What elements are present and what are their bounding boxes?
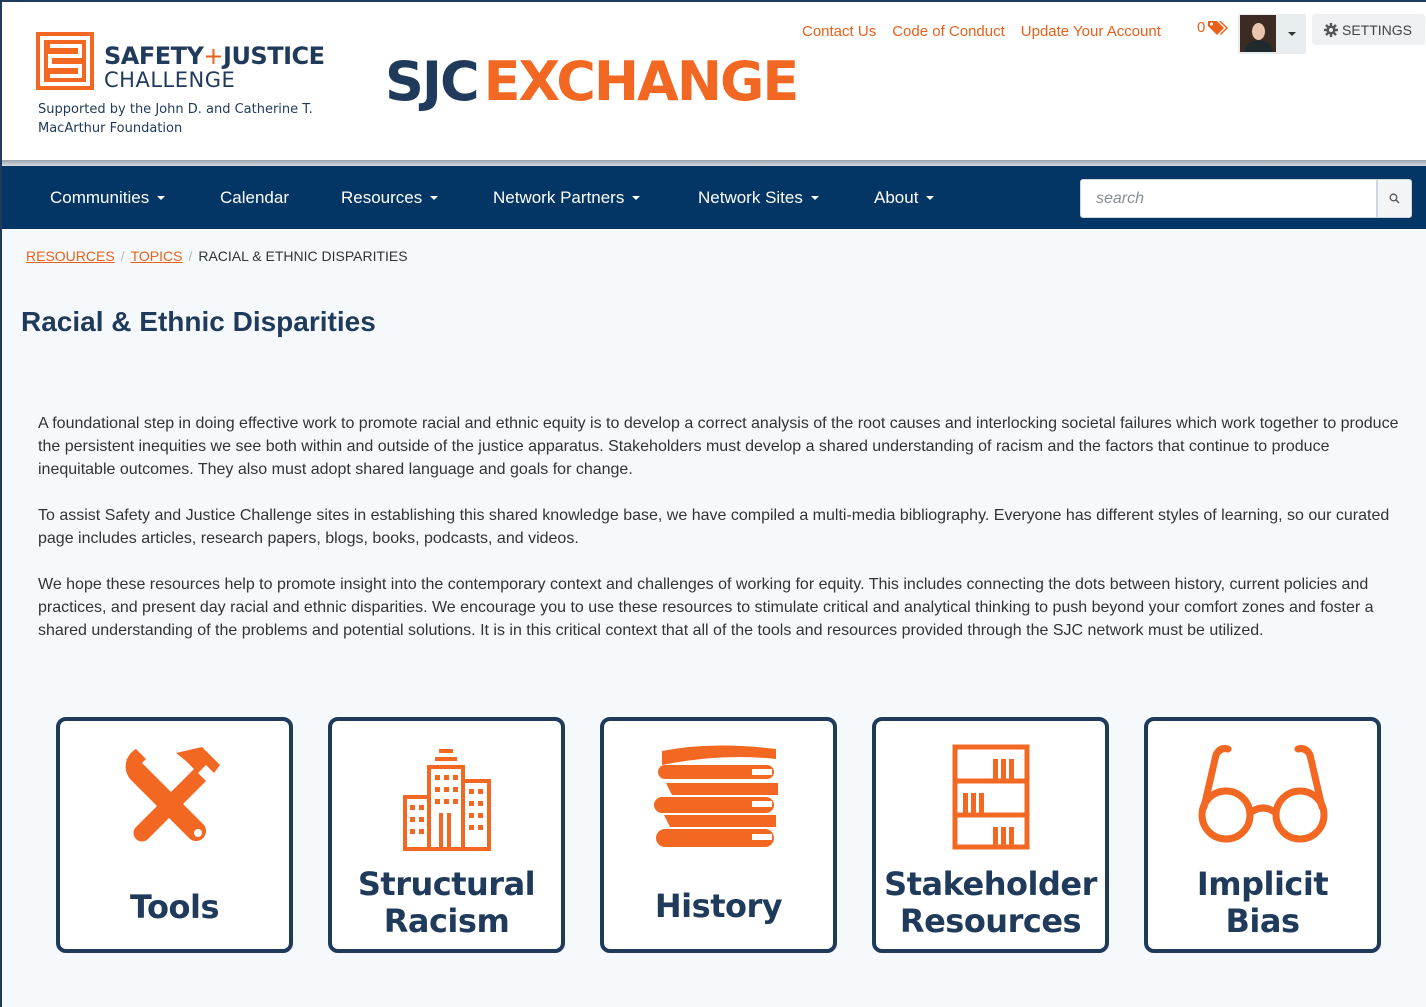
caret-down-icon (430, 195, 439, 200)
chevron-down-icon (1288, 32, 1296, 36)
page-title: Racial & Ethnic Disparities (21, 306, 376, 337)
tile-structural-racism-label-line2: Racism (383, 902, 510, 940)
sjc-exchange-brand[interactable]: SJC EXCHANGE (385, 50, 799, 114)
nav-calendar[interactable]: Calendar (220, 166, 289, 229)
tile-history-label: History (654, 887, 783, 925)
settings-label: SETTINGS (1342, 21, 1413, 38)
intro-paragraph: A foundational step in doing effective w… (38, 415, 1399, 478)
tile-tools[interactable]: Tools (56, 717, 293, 953)
caret-down-icon (632, 195, 641, 200)
breadcrumb-topics[interactable]: TOPICS (131, 248, 183, 264)
caret-down-icon (926, 195, 935, 200)
main-nav: Communities Calendar Resources Network P… (2, 166, 1426, 229)
avatar (1240, 15, 1276, 52)
cart-count: 0 (1197, 19, 1206, 36)
glasses-icon (1198, 745, 1327, 843)
logo-mark-icon (36, 32, 94, 90)
logo-title: SAFETY+JUSTICE (104, 42, 325, 70)
tile-implicit-bias[interactable]: Implicit Bias (1144, 717, 1381, 953)
nav-network-partners[interactable]: Network Partners (493, 166, 641, 229)
settings-button[interactable]: SETTINGS (1312, 14, 1425, 45)
sjc-logo[interactable]: SAFETY+JUSTICE CHALLENGE Supported by th… (36, 30, 336, 140)
tile-history[interactable]: History (600, 717, 837, 953)
caret-down-icon (157, 195, 166, 200)
breadcrumb: RESOURCES / TOPICS / RACIAL & ETHNIC DIS… (26, 248, 408, 264)
nav-about[interactable]: About (874, 166, 935, 229)
logo-subtitle: CHALLENGE (104, 68, 236, 92)
books-icon (653, 745, 778, 847)
gear-icon (1324, 22, 1338, 37)
buildings-icon (402, 749, 491, 851)
nav-communities[interactable]: Communities (50, 166, 166, 229)
search-icon (1389, 193, 1400, 204)
tile-structural-racism-label-line1: Structural (357, 865, 536, 903)
logo-support-text: Supported by the John D. and Catherine T… (38, 102, 313, 136)
bookshelf-icon (952, 744, 1029, 850)
breadcrumb-separator: / (188, 248, 193, 264)
tags-icon (1208, 20, 1229, 35)
breadcrumb-current: RACIAL & ETHNIC DISPARITIES (198, 248, 408, 264)
tools-icon (125, 747, 220, 842)
tile-tools-label: Tools (129, 888, 220, 926)
contact-us-link[interactable]: Contact Us (802, 23, 876, 40)
tile-stakeholder-label-line2: Resources (899, 902, 1082, 940)
page-content: A foundational step in doing effective w… (38, 412, 1408, 665)
nav-network-sites[interactable]: Network Sites (698, 166, 819, 229)
tile-implicit-bias-label-line2: Bias (1225, 902, 1301, 940)
intro-paragraph: To assist Safety and Justice Challenge s… (38, 507, 1390, 547)
code-of-conduct-link[interactable]: Code of Conduct (892, 23, 1005, 40)
tile-stakeholder-label-line1: Stakeholder (884, 865, 1097, 903)
intro-paragraph: We hope these resources help to promote … (38, 576, 1374, 639)
breadcrumb-separator: / (120, 248, 125, 264)
tile-implicit-bias-label-line1: Implicit (1196, 865, 1329, 903)
tile-structural-racism[interactable]: Structural Racism (328, 717, 565, 953)
user-menu-button[interactable] (1238, 14, 1306, 54)
breadcrumb-resources[interactable]: RESOURCES (26, 248, 115, 264)
tile-stakeholder-resources[interactable]: Stakeholder Resources (872, 717, 1109, 953)
site-header: SAFETY+JUSTICE CHALLENGE Supported by th… (2, 2, 1426, 160)
cart-button[interactable]: 0 (1197, 19, 1229, 36)
nav-resources[interactable]: Resources (341, 166, 439, 229)
search-button[interactable] (1377, 179, 1412, 218)
search-input[interactable] (1080, 179, 1377, 218)
update-account-link[interactable]: Update Your Account (1021, 23, 1161, 40)
top-links: Contact Us Code of Conduct Update Your A… (802, 21, 1161, 41)
caret-down-icon (810, 195, 819, 200)
